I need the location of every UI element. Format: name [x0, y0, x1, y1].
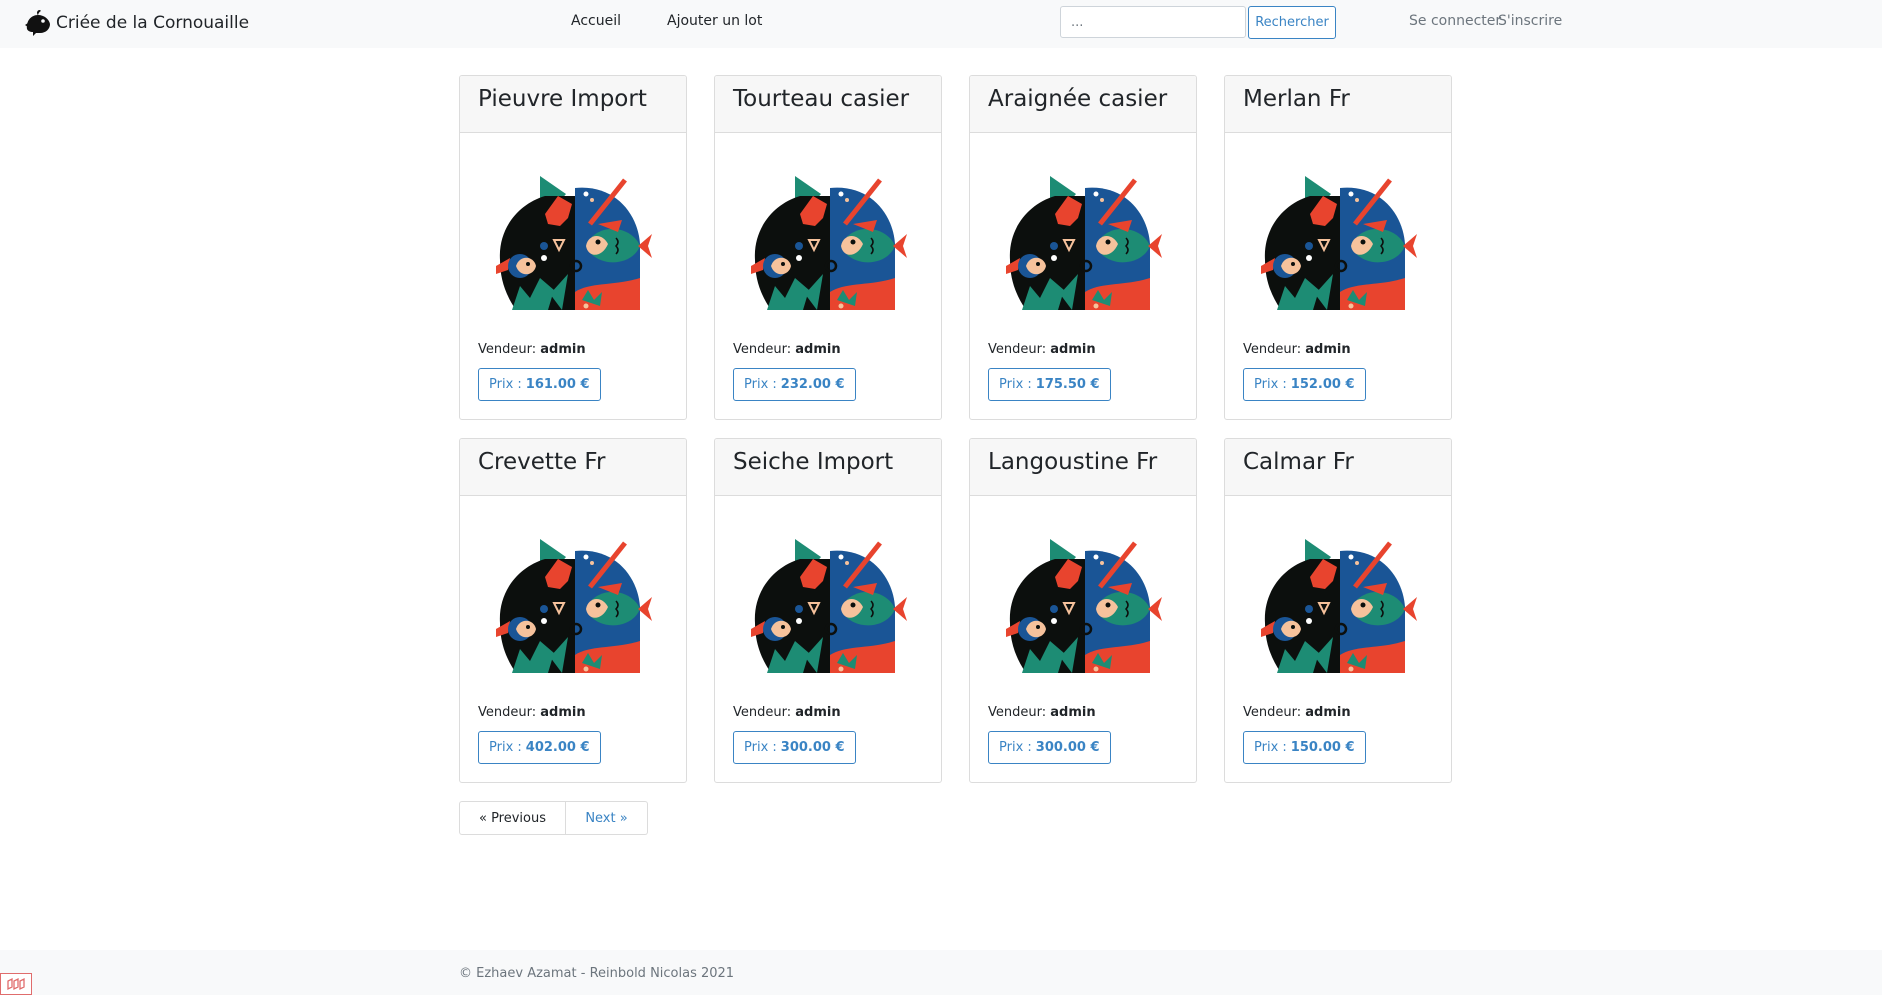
navbar: Criée de la Cornouaille Accueil Ajouter …: [0, 0, 1882, 48]
lot-seller: Vendeur: admin: [1243, 705, 1351, 720]
price-label: Prix :: [489, 377, 522, 392]
price-value: 300.00 €: [780, 740, 845, 755]
seller-name: admin: [1305, 705, 1351, 720]
lot-card[interactable]: Tourteau casier Vendeur: admin Prix :232…: [714, 75, 942, 420]
pagination: « Previous Next »: [459, 801, 648, 835]
seller-label: Vendeur:: [1243, 705, 1302, 720]
lot-seller: Vendeur: admin: [988, 705, 1096, 720]
lot-card[interactable]: Calmar Fr Vendeur: admin Prix :150.00 €: [1224, 438, 1452, 783]
lot-price-badge: Prix :300.00 €: [733, 731, 856, 764]
lot-price-badge: Prix :175.50 €: [988, 368, 1111, 401]
lot-title: Tourteau casier: [715, 76, 941, 133]
brand-link[interactable]: Criée de la Cornouaille: [23, 9, 249, 37]
price-label: Prix :: [999, 740, 1032, 755]
lot-title: Calmar Fr: [1225, 439, 1451, 496]
seller-name: admin: [795, 342, 841, 357]
search-button[interactable]: Rechercher: [1248, 6, 1336, 39]
price-value: 300.00 €: [1035, 740, 1100, 755]
seller-label: Vendeur:: [478, 705, 537, 720]
lot-title: Seiche Import: [715, 439, 941, 496]
seller-label: Vendeur:: [733, 342, 792, 357]
lot-price-badge: Prix :150.00 €: [1243, 731, 1366, 764]
lot-seller: Vendeur: admin: [733, 705, 841, 720]
price-label: Prix :: [999, 377, 1032, 392]
fish-illustration: [745, 174, 915, 310]
fish-illustration: [1255, 174, 1425, 310]
price-label: Prix :: [744, 377, 777, 392]
lot-seller: Vendeur: admin: [988, 342, 1096, 357]
lot-price-badge: Prix :402.00 €: [478, 731, 601, 764]
lot-title: Pieuvre Import: [460, 76, 686, 133]
brand-name: Criée de la Cornouaille: [56, 13, 250, 33]
lot-price-badge: Prix :152.00 €: [1243, 368, 1366, 401]
fish-illustration: [745, 537, 915, 673]
price-label: Prix :: [1254, 377, 1287, 392]
nav-add-lot-link[interactable]: Ajouter un lot: [667, 13, 762, 29]
lots-grid: Pieuvre Import Vendeur: admin Prix :161.…: [459, 75, 1452, 783]
lot-seller: Vendeur: admin: [733, 342, 841, 357]
nav-home-link[interactable]: Accueil: [571, 13, 621, 29]
seller-name: admin: [1305, 342, 1351, 357]
lot-card[interactable]: Langoustine Fr Vendeur: admin Prix :300.…: [969, 438, 1197, 783]
register-link[interactable]: S'inscrire: [1498, 13, 1562, 29]
debugbar-icon[interactable]: [0, 973, 32, 995]
price-label: Prix :: [744, 740, 777, 755]
lot-title: Langoustine Fr: [970, 439, 1196, 496]
price-value: 232.00 €: [780, 377, 845, 392]
lot-card[interactable]: Seiche Import Vendeur: admin Prix :300.0…: [714, 438, 942, 783]
seller-label: Vendeur:: [988, 705, 1047, 720]
search-input[interactable]: [1060, 6, 1246, 38]
price-value: 152.00 €: [1290, 377, 1355, 392]
lot-seller: Vendeur: admin: [478, 705, 586, 720]
seller-label: Vendeur:: [988, 342, 1047, 357]
lot-card[interactable]: Merlan Fr Vendeur: admin Prix :152.00 €: [1224, 75, 1452, 420]
lot-seller: Vendeur: admin: [478, 342, 586, 357]
lot-seller: Vendeur: admin: [1243, 342, 1351, 357]
seller-label: Vendeur:: [1243, 342, 1302, 357]
fish-illustration: [1255, 537, 1425, 673]
fish-illustration: [490, 174, 660, 310]
price-value: 402.00 €: [525, 740, 590, 755]
lot-card[interactable]: Araignée casier Vendeur: admin Prix :175…: [969, 75, 1197, 420]
lot-card[interactable]: Crevette Fr Vendeur: admin Prix :402.00 …: [459, 438, 687, 783]
seller-name: admin: [1050, 705, 1096, 720]
seller-name: admin: [795, 705, 841, 720]
lot-price-badge: Prix :232.00 €: [733, 368, 856, 401]
lot-price-badge: Prix :300.00 €: [988, 731, 1111, 764]
footer: © Ezhaev Azamat - Reinbold Nicolas 2021: [0, 950, 1882, 995]
seller-name: admin: [540, 342, 586, 357]
lot-title: Araignée casier: [970, 76, 1196, 133]
price-value: 161.00 €: [525, 377, 590, 392]
lot-card[interactable]: Pieuvre Import Vendeur: admin Prix :161.…: [459, 75, 687, 420]
previous-page-button[interactable]: « Previous: [459, 801, 566, 835]
fish-logo-icon: [23, 9, 53, 37]
footer-copyright: © Ezhaev Azamat - Reinbold Nicolas 2021: [459, 966, 735, 981]
seller-label: Vendeur:: [733, 705, 792, 720]
seller-name: admin: [1050, 342, 1096, 357]
fish-illustration: [1000, 174, 1170, 310]
login-link[interactable]: Se connecter: [1409, 13, 1501, 29]
price-value: 175.50 €: [1035, 377, 1100, 392]
seller-name: admin: [540, 705, 586, 720]
price-label: Prix :: [489, 740, 522, 755]
seller-label: Vendeur:: [478, 342, 537, 357]
fish-illustration: [1000, 537, 1170, 673]
next-page-button[interactable]: Next »: [566, 801, 648, 835]
lot-title: Crevette Fr: [460, 439, 686, 496]
price-value: 150.00 €: [1290, 740, 1355, 755]
fish-illustration: [490, 537, 660, 673]
price-label: Prix :: [1254, 740, 1287, 755]
lot-price-badge: Prix :161.00 €: [478, 368, 601, 401]
lot-title: Merlan Fr: [1225, 76, 1451, 133]
